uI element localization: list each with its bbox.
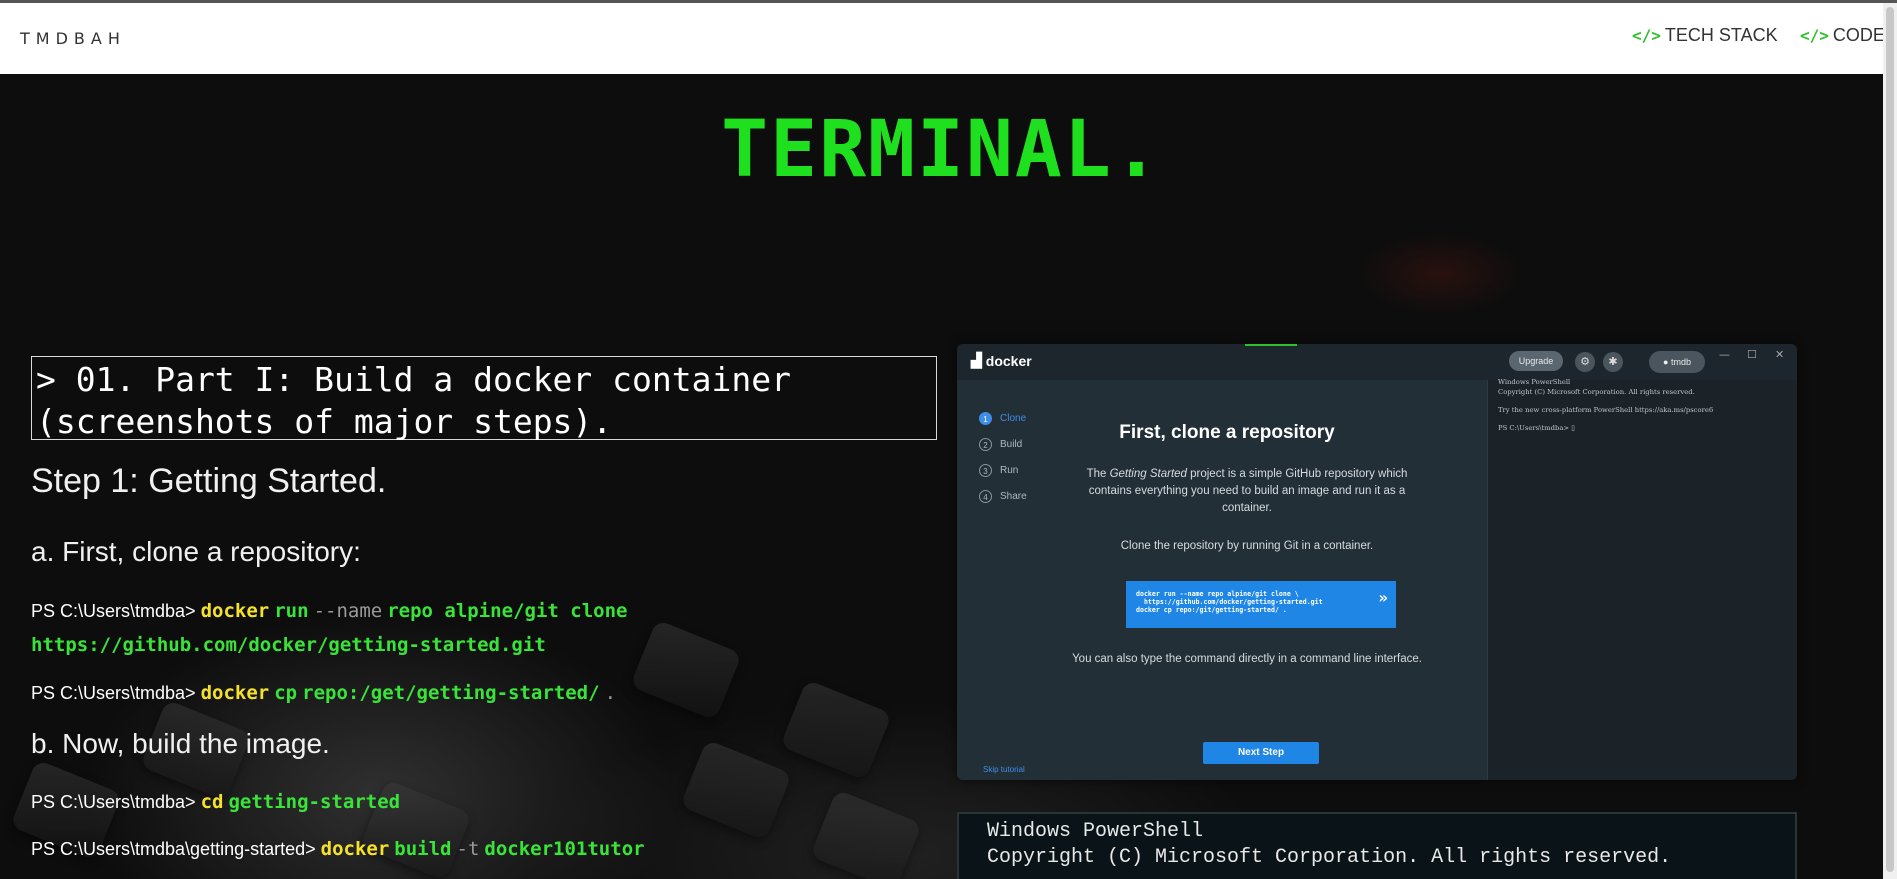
command-prompt: PS C:\Users\tmdba> [31, 601, 196, 621]
cli-hint: You can also type the command directly i… [1072, 653, 1422, 665]
upgrade-button: Upgrade [1509, 351, 1563, 371]
docker-logo: ▟ docker [971, 352, 1032, 369]
scrollbar-thumb[interactable] [1886, 7, 1894, 872]
docker-titlebar: ▟ docker Upgrade ⚙ ✱ ● tmdb — ☐ ✕ [957, 344, 1797, 380]
command-snippet: docker run --name repo alpine/git clone … [1126, 581, 1396, 628]
tutorial-step-run: 3 Run [979, 464, 1018, 477]
command-keyword: docker [200, 600, 270, 622]
command-argument: docker101tutor [484, 838, 645, 860]
tutorial-step-share: 4 Share [979, 490, 1027, 503]
terminal-prompt: PS C:\Users\tmdba> ▯ [1498, 424, 1575, 432]
command-argument: . [604, 682, 617, 704]
command-argument: getting-started [228, 791, 401, 813]
tutorial-step-build: 2 Build [979, 438, 1022, 451]
tutorial-heading: First, clone a repository [1119, 422, 1335, 443]
step-heading: Step 1: Getting Started. [31, 462, 387, 500]
nav-link-tech-stack[interactable]: </> TECH STACK [1632, 25, 1778, 46]
command-argument: repo:/get/getting-started/ [302, 682, 600, 704]
terminal-line: Copyright (C) Microsoft Corporation. All… [987, 846, 1672, 869]
terminal-line: Copyright (C) Microsoft Corporation. All… [1498, 388, 1695, 396]
command-prompt: PS C:\Users\tmdba> [31, 683, 196, 703]
command-keyword: cd [200, 791, 224, 813]
terminal-line: Windows PowerShell [987, 820, 1204, 843]
gear-icon: ⚙ [1575, 352, 1595, 372]
terminal-line: Windows PowerShell [1498, 378, 1571, 386]
tutorial-panel: 1 Clone 2 Build 3 Run 4 Share First, clo… [957, 380, 1487, 780]
command-flag: --name [313, 600, 383, 622]
command-prompt: PS C:\Users\tmdba\getting-started> [31, 839, 316, 859]
maximize-icon: ☐ [1747, 348, 1757, 361]
section-heading: > 01. Part I: Build a docker container (… [31, 356, 937, 441]
command-keyword: cp [274, 682, 298, 704]
command-keyword: run [274, 600, 309, 622]
terminal-line: Try the new cross-platform PowerShell ht… [1498, 406, 1714, 414]
page-scrollbar[interactable] [1883, 3, 1897, 879]
minimize-icon: — [1719, 348, 1730, 361]
command-url: https://github.com/docker/getting-starte… [31, 634, 546, 656]
command-flag: -t [456, 838, 480, 860]
command-build: PS C:\Users\tmdba\getting-started> docke… [31, 832, 931, 866]
whale-icon: ▟ [971, 352, 982, 368]
command-clone: PS C:\Users\tmdba> docker run --name rep… [31, 594, 931, 662]
tutorial-description: The Getting Started project is a simple … [1086, 468, 1408, 514]
top-navbar: TMDBAH </> TECH STACK </> CODE [0, 3, 1897, 74]
avatar-icon: ● [1663, 357, 1669, 367]
command-copy: PS C:\Users\tmdba> docker cp repo:/get/g… [31, 676, 931, 710]
subheading-clone: a. First, clone a repository: [31, 536, 361, 567]
tutorial-step-clone: 1 Clone [979, 412, 1026, 425]
powershell-screenshot: Windows PowerShell Copyright (C) Microso… [957, 812, 1797, 879]
nav-link-code[interactable]: </> CODE [1800, 25, 1885, 46]
command-argument: repo alpine/git clone [387, 600, 628, 622]
run-command-icon: » [1378, 588, 1388, 607]
user-menu: ● tmdb [1649, 351, 1705, 373]
skip-tutorial-link: Skip tutorial [983, 765, 1025, 774]
close-icon: ✕ [1775, 348, 1785, 361]
command-keyword: docker [200, 682, 270, 704]
command-keyword: build [394, 838, 452, 860]
brand-logo[interactable]: TMDBAH [20, 29, 126, 48]
code-icon: </> [1632, 26, 1661, 45]
command-cd: PS C:\Users\tmdba> cd getting-started [31, 785, 931, 819]
bug-icon: ✱ [1603, 352, 1623, 372]
nav-link-label: TECH STACK [1664, 25, 1778, 45]
docker-desktop-screenshot: ▟ docker Upgrade ⚙ ✱ ● tmdb — ☐ ✕ 1 Clon… [957, 344, 1797, 780]
page-title: TERMINAL. [721, 105, 1162, 195]
command-prompt: PS C:\Users\tmdba> [31, 792, 196, 812]
subheading-build: b. Now, build the image. [31, 728, 330, 759]
nav-link-label: CODE [1832, 25, 1885, 45]
next-step-button: Next Step [1203, 742, 1319, 764]
code-icon: </> [1800, 26, 1829, 45]
clone-hint: Clone the repository by running Git in a… [1120, 540, 1374, 552]
command-keyword: docker [320, 838, 390, 860]
embedded-terminal: Windows PowerShell Copyright (C) Microso… [1487, 378, 1797, 780]
active-tab-indicator [1245, 344, 1297, 346]
